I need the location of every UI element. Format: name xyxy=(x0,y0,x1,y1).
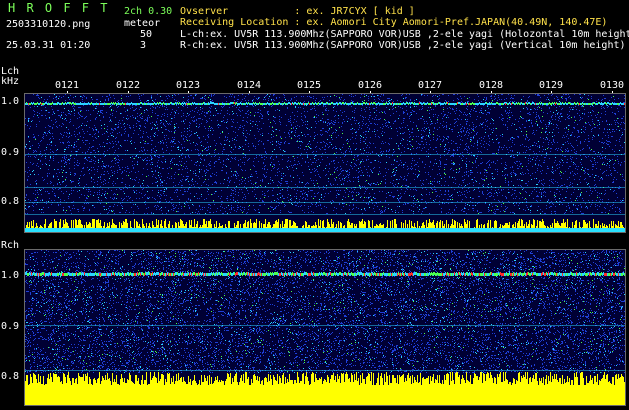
lch-spectrogram-canvas xyxy=(25,94,625,232)
lch-info-line: L-ch:ex. UV5R 113.900Mhz(SAPPORO VOR)USB… xyxy=(180,29,629,40)
app-logo: H R O F F T xyxy=(8,1,110,15)
time-tick-label: 0125 xyxy=(296,80,322,91)
rch-ytick-1: 1.0 xyxy=(1,270,20,281)
lch-ytick-1: 1.0 xyxy=(1,96,20,107)
rch-axis-label: Rch xyxy=(1,240,20,251)
rch-ytick-2: 0.9 xyxy=(1,321,20,332)
time-tick-label: 0123 xyxy=(175,80,201,91)
lch-ytick-2: 0.9 xyxy=(1,147,20,158)
rch-count: 3 xyxy=(140,40,147,51)
rch-spectrogram xyxy=(24,249,626,406)
time-tick-label: 0127 xyxy=(417,80,443,91)
lch-ytick-3: 0.8 xyxy=(1,196,20,207)
datetime-label: 25.03.31 01:20 xyxy=(6,40,91,51)
lch-count: 50 xyxy=(140,29,153,40)
time-tick-label: 0130 xyxy=(599,80,625,91)
lch-spectrogram xyxy=(24,93,626,233)
time-tick-label: 0122 xyxy=(115,80,141,91)
time-tick-label: 0129 xyxy=(538,80,564,91)
location-line: Receiving Location : ex. Aomori City Aom… xyxy=(180,17,608,28)
time-tick-label: 0128 xyxy=(478,80,504,91)
rch-ytick-3: 0.8 xyxy=(1,371,20,382)
observer-line: Ovserver : ex. JR7CYX [ kid ] xyxy=(180,6,415,17)
time-tick-label: 0121 xyxy=(54,80,80,91)
mode-label: 2ch 0.30 xyxy=(124,6,173,17)
khz-axis-label: kHz xyxy=(1,76,20,87)
meteor-label: meteor xyxy=(124,18,161,29)
rch-info-line: R-ch:ex. UV5R 113.900Mhz(SAPPORO VOR)USB… xyxy=(180,40,626,51)
time-tick-label: 0126 xyxy=(357,80,383,91)
filename-label: 2503310120.png xyxy=(6,19,91,30)
time-tick-label: 0124 xyxy=(236,80,262,91)
rch-spectrogram-canvas xyxy=(25,250,625,405)
